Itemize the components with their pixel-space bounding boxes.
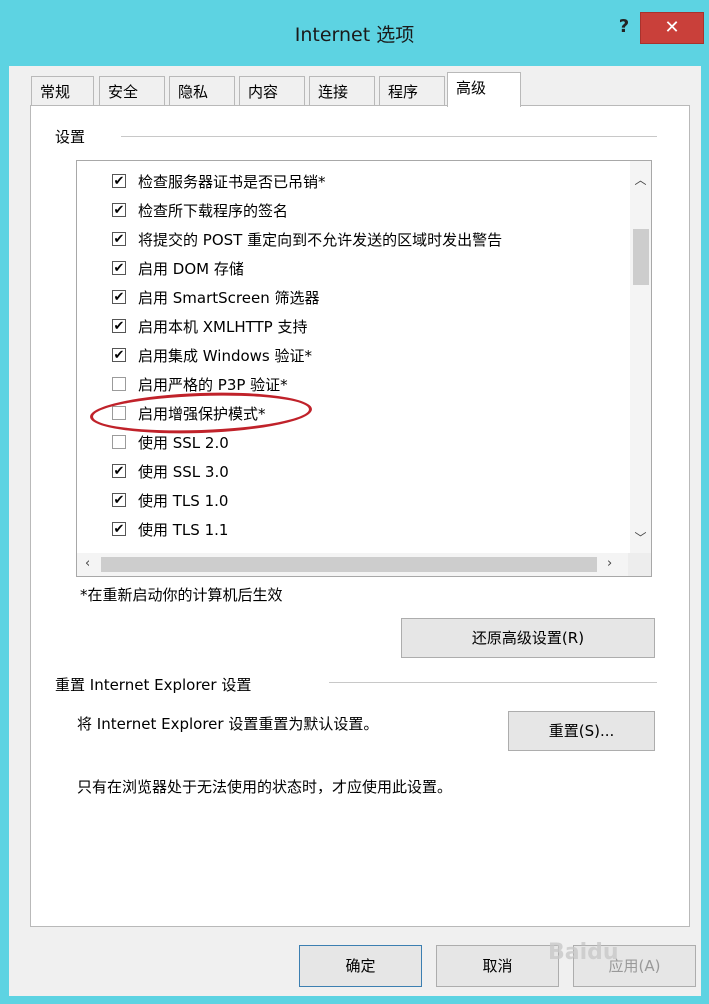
setting-label: 检查服务器证书是否已吊销* [138, 172, 326, 191]
title-bar[interactable]: Internet 选项 ? ✕ [0, 0, 709, 66]
reset-group-divider [329, 682, 657, 683]
horizontal-scrollbar[interactable]: ‹ › [77, 553, 630, 576]
scroll-right-icon[interactable]: › [607, 556, 612, 571]
settings-group-divider [121, 136, 657, 137]
reset-button[interactable]: 重置(S)... [508, 711, 655, 751]
checkbox-checked[interactable]: ✔ [112, 348, 126, 363]
settings-list[interactable]: ✔ 检查服务器证书是否已吊销* ✔ 检查所下载程序的签名 ✔ 将提交的 POST 重定… [76, 160, 652, 577]
internet-options-window: Internet 选项 ? ✕ 常规 安全 隐私 内容 连接 程序 高级 设置 … [0, 0, 709, 1004]
setting-item[interactable]: ✔ 启用 SmartScreen 筛选器 [112, 286, 319, 308]
scroll-left-icon[interactable]: ‹ [85, 556, 90, 571]
tab-connections[interactable]: 连接 [309, 76, 375, 106]
reset-warning: 只有在浏览器处于无法使用的状态时，才应使用此设置。 [77, 778, 453, 796]
setting-label: 启用本机 XMLHTTP 支持 [138, 317, 308, 336]
checkbox-checked[interactable]: ✔ [112, 232, 126, 247]
setting-label: 检查所下载程序的签名 [138, 201, 289, 220]
setting-label: 启用 SmartScreen 筛选器 [138, 288, 320, 307]
setting-item[interactable]: ✔ 将提交的 POST 重定向到不允许发送的区域时发出警告 [112, 228, 502, 250]
restart-note: *在重新启动你的计算机后生效 [80, 586, 283, 604]
setting-item[interactable]: ✔ 使用 TLS 1.1 [112, 518, 228, 540]
setting-item[interactable]: ✔ 使用 TLS 1.0 [112, 489, 228, 511]
checkbox-unchecked[interactable] [112, 377, 126, 391]
checkbox-checked[interactable]: ✔ [112, 522, 126, 537]
setting-item[interactable]: ✔ 启用本机 XMLHTTP 支持 [112, 315, 308, 337]
tab-content[interactable]: 内容 [239, 76, 305, 106]
restore-advanced-settings-button[interactable]: 还原高级设置(R) [401, 618, 655, 658]
checkbox-checked[interactable]: ✔ [112, 174, 126, 189]
scroll-down-icon[interactable]: ﹀ [630, 529, 651, 546]
scrollbar-corner [628, 553, 651, 576]
setting-item[interactable]: ✔ 使用 SSL 3.0 [112, 460, 229, 482]
horizontal-scroll-thumb[interactable] [101, 557, 597, 572]
setting-label: 使用 SSL 3.0 [138, 462, 229, 481]
tab-advanced[interactable]: 高级 [447, 72, 521, 107]
setting-label: 启用严格的 P3P 验证* [138, 375, 288, 394]
setting-label: 启用集成 Windows 验证* [138, 346, 312, 365]
checkbox-checked[interactable]: ✔ [112, 493, 126, 508]
baidu-watermark: Baidu [548, 940, 619, 965]
setting-label: 使用 TLS 1.1 [138, 520, 229, 539]
checkbox-checked[interactable]: ✔ [112, 203, 126, 218]
close-button[interactable]: ✕ [640, 12, 704, 44]
vertical-scrollbar[interactable]: ︿ ﹀ [630, 161, 651, 554]
checkbox-checked[interactable]: ✔ [112, 290, 126, 305]
checkbox-unchecked[interactable] [112, 435, 126, 449]
setting-item[interactable]: ✔ 启用 DOM 存储 [112, 257, 244, 279]
setting-item[interactable]: ✔ 检查所下载程序的签名 [112, 199, 288, 221]
setting-label: 使用 SSL 2.0 [138, 433, 229, 452]
checkbox-checked[interactable]: ✔ [112, 261, 126, 276]
setting-item[interactable]: 使用 SSL 2.0 [112, 431, 229, 453]
setting-label: 使用 TLS 1.0 [138, 491, 229, 510]
vertical-scroll-thumb[interactable] [633, 229, 649, 285]
checkbox-checked[interactable]: ✔ [112, 319, 126, 334]
cancel-button[interactable]: 取消 [436, 945, 559, 987]
setting-item[interactable]: ✔ 检查服务器证书是否已吊销* [112, 170, 326, 192]
tab-security[interactable]: 安全 [99, 76, 165, 106]
setting-label: 启用 DOM 存储 [138, 259, 244, 278]
tab-programs[interactable]: 程序 [379, 76, 445, 106]
setting-item[interactable]: 启用严格的 P3P 验证* [112, 373, 288, 395]
settings-group-label: 设置 [49, 126, 92, 147]
checkbox-checked[interactable]: ✔ [112, 464, 126, 479]
tab-privacy[interactable]: 隐私 [169, 76, 235, 106]
tab-general[interactable]: 常规 [31, 76, 94, 106]
window-title: Internet 选项 [294, 24, 415, 46]
ok-button[interactable]: 确定 [299, 945, 422, 987]
scroll-up-icon[interactable]: ︿ [630, 171, 651, 188]
reset-group-label: 重置 Internet Explorer 设置 [55, 676, 252, 694]
help-button[interactable]: ? [611, 14, 637, 40]
setting-label: 将提交的 POST 重定向到不允许发送的区域时发出警告 [138, 230, 503, 249]
setting-item[interactable]: ✔ 启用集成 Windows 验证* [112, 344, 312, 366]
reset-description: 将 Internet Explorer 设置重置为默认设置。 [77, 715, 379, 733]
